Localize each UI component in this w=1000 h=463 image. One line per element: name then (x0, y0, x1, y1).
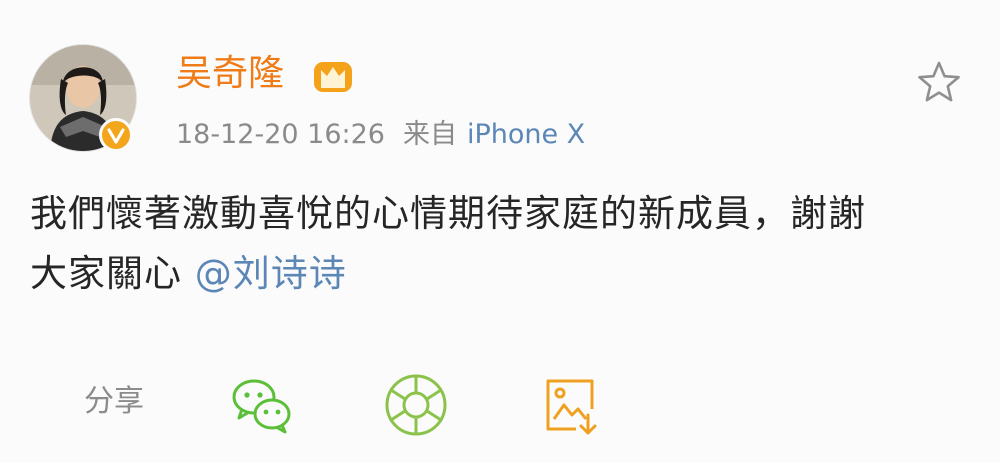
wechat-icon[interactable] (226, 369, 298, 441)
mention-link[interactable]: @刘诗诗 (195, 252, 347, 295)
author-name[interactable]: 吴奇隆 (176, 52, 284, 96)
source-label: 来自 (402, 119, 457, 150)
save-image-icon[interactable] (534, 369, 606, 441)
post-timestamp: 18-12-20 16:26 (176, 119, 385, 150)
post-content-text: 大家關心 (30, 252, 195, 295)
post-content-line-1: 我們懷著激動喜悅的心情期待家庭的新成員，謝謝 (30, 192, 866, 235)
crown-icon[interactable] (313, 58, 353, 94)
post-content: 我們懷著激動喜悅的心情期待家庭的新成員，謝謝 大家關心 @刘诗诗 (30, 184, 975, 304)
share-label: 分享 (84, 384, 144, 419)
moments-icon[interactable] (380, 369, 452, 441)
verified-badge-icon (99, 118, 133, 152)
post-meta: 18-12-20 16:26 来自 iPhone X (176, 117, 585, 153)
star-icon[interactable] (915, 58, 963, 106)
post-content-line-2: 大家關心 @刘诗诗 (30, 244, 975, 304)
source-device-link[interactable]: iPhone X (467, 119, 585, 150)
